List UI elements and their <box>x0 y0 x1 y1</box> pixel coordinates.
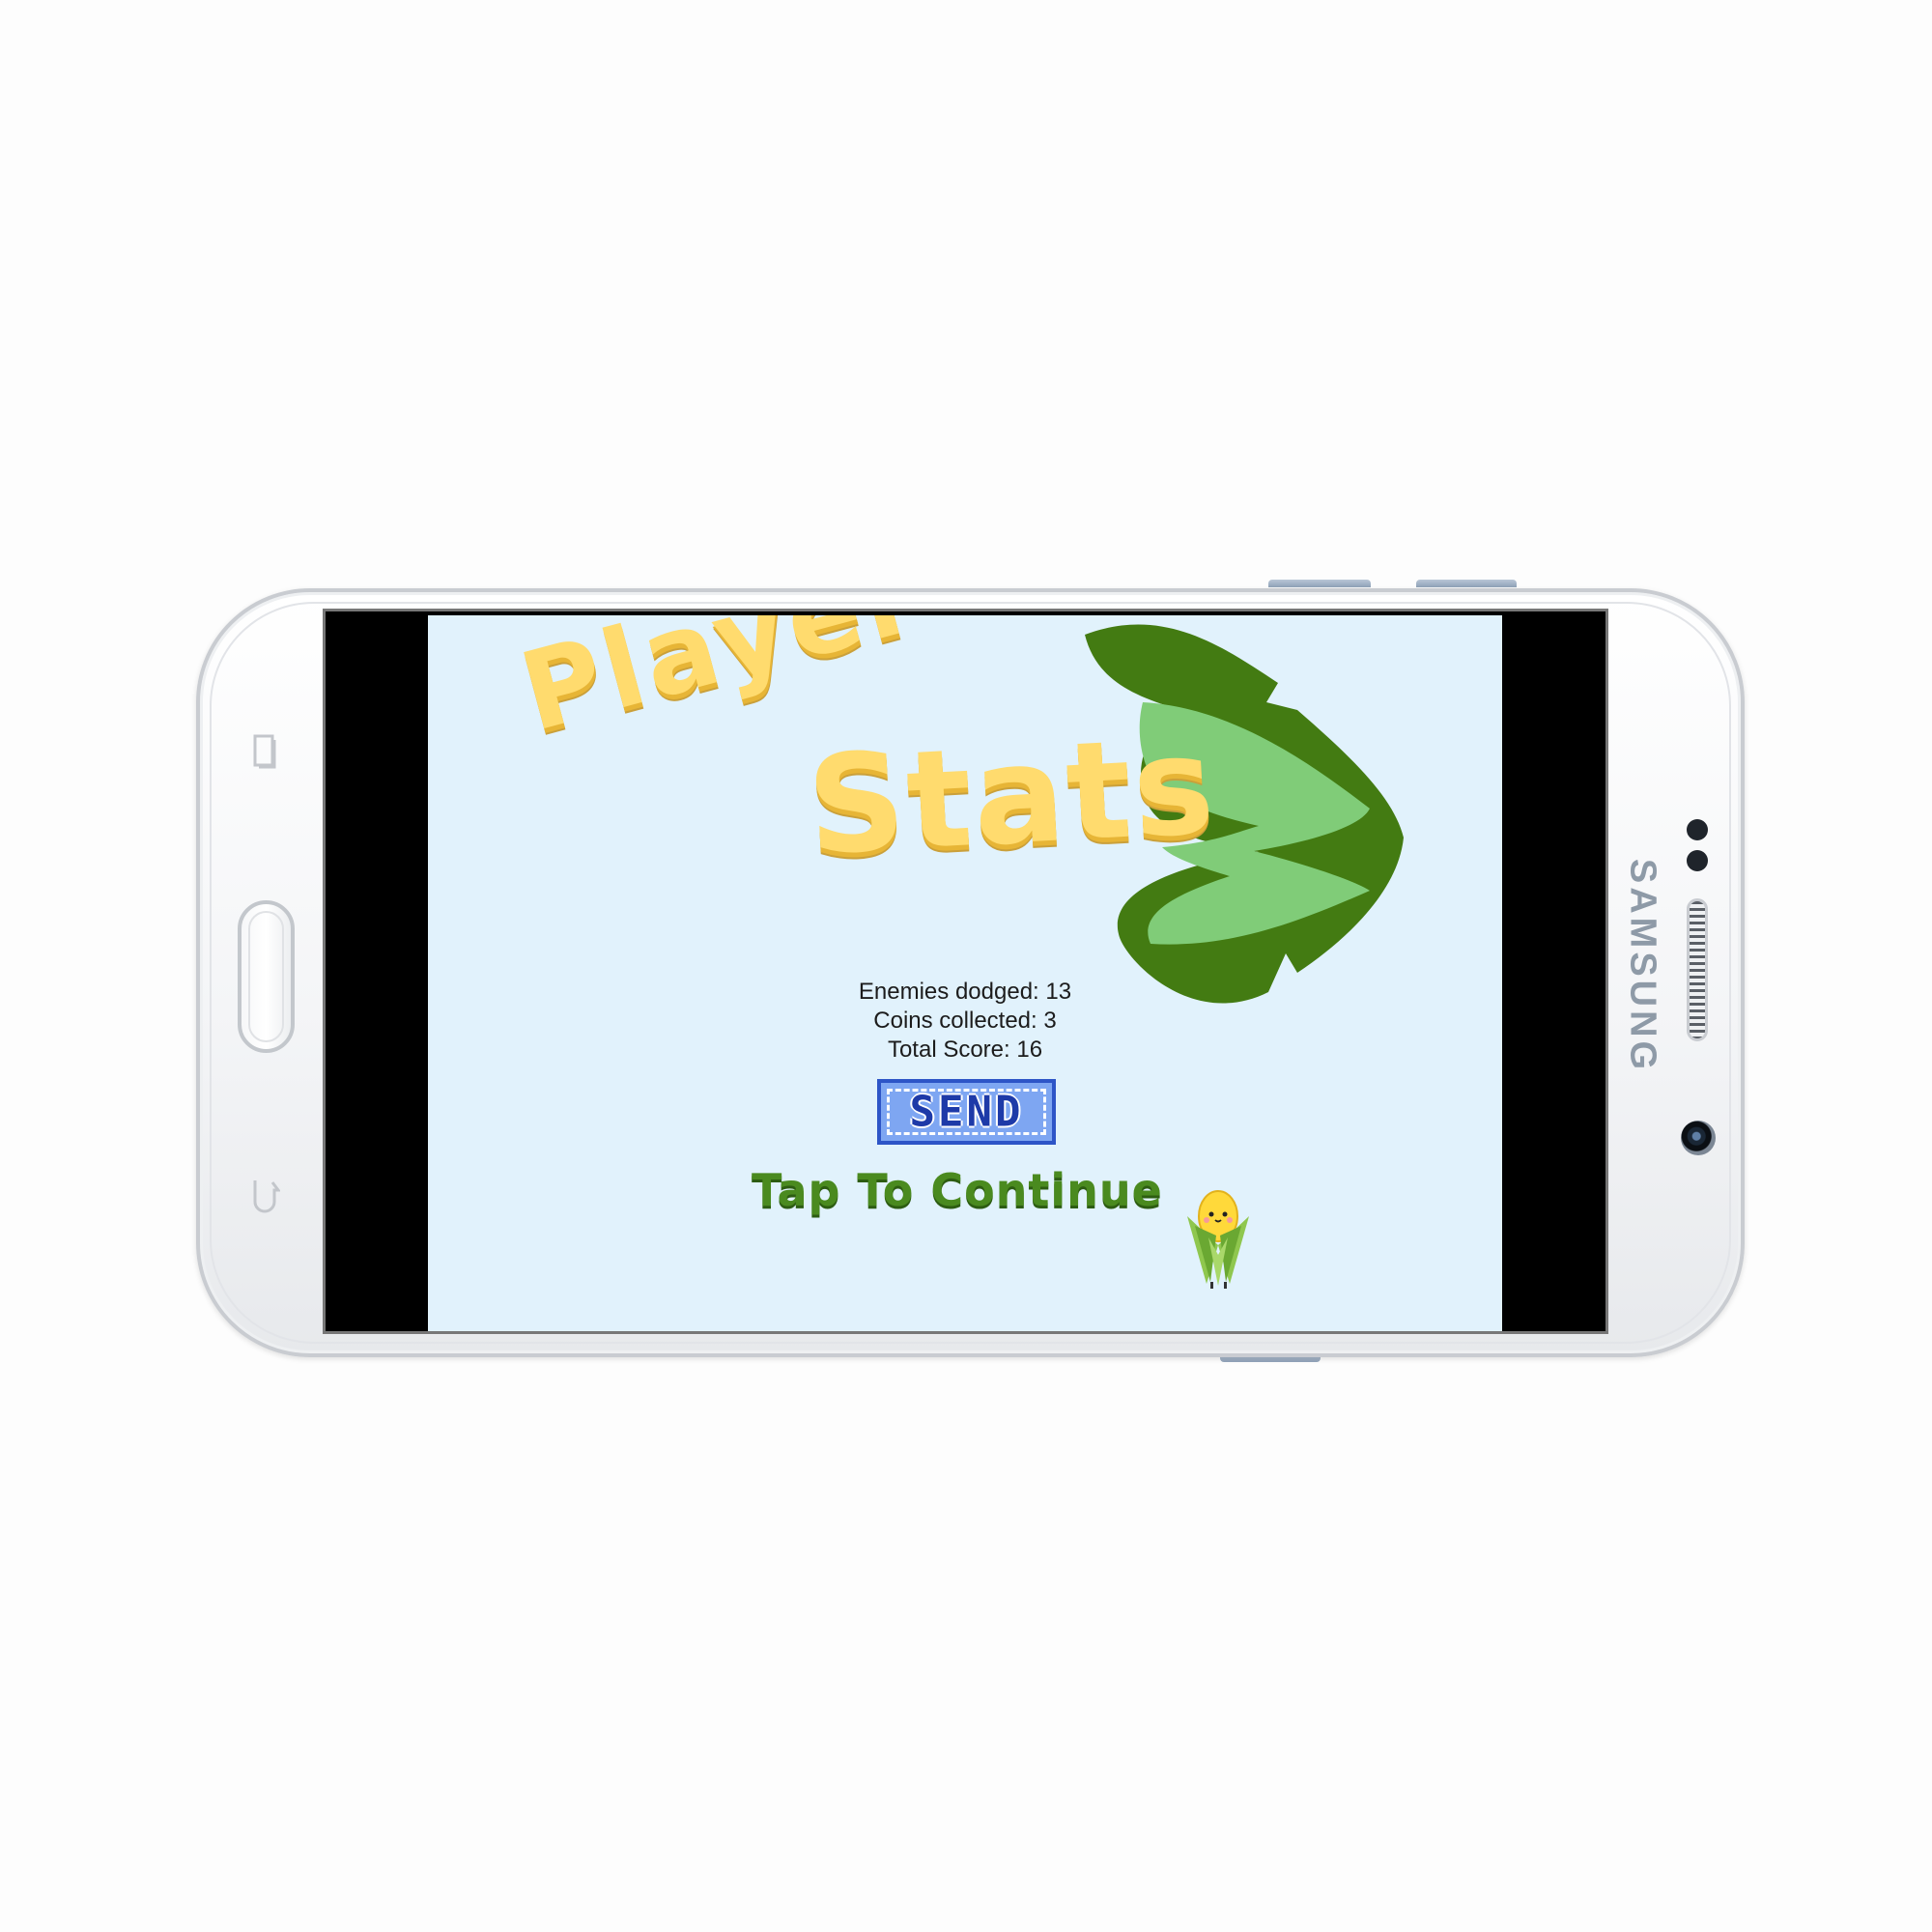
home-button[interactable] <box>238 900 295 1053</box>
volume-up-button[interactable] <box>1268 580 1371 587</box>
stats-block: Enemies dodged: 13 Coins collected: 3 To… <box>428 978 1502 1065</box>
brand-logo: SAMSUNG <box>1622 858 1663 1074</box>
back-icon[interactable] <box>251 1177 280 1217</box>
title-stats: Stats <box>803 707 1220 886</box>
game-screen[interactable]: Player Stats Enemies dodged: 13 Coins co… <box>428 615 1502 1331</box>
corn-mascot-icon <box>1187 1190 1249 1289</box>
tap-to-continue-prompt[interactable]: Tap To Continue <box>752 1164 1163 1216</box>
light-sensor <box>1687 850 1708 871</box>
volume-down-button[interactable] <box>1416 580 1517 587</box>
recent-apps-icon[interactable] <box>253 732 278 769</box>
stage: SAMSUNG Player Stats Enemies dodged: 13 … <box>0 0 1932 1932</box>
coins-collected-text: Coins collected: 3 <box>873 1008 1057 1034</box>
proximity-sensor <box>1687 819 1708 840</box>
total-score-text: Total Score: 16 <box>887 1037 1043 1063</box>
enemies-dodged-text: Enemies dodged: 13 <box>858 979 1072 1005</box>
front-camera <box>1681 1121 1716 1155</box>
send-button-label: SEND <box>909 1087 1024 1137</box>
earpiece-speaker <box>1687 898 1708 1041</box>
send-button[interactable]: SEND <box>877 1079 1056 1145</box>
